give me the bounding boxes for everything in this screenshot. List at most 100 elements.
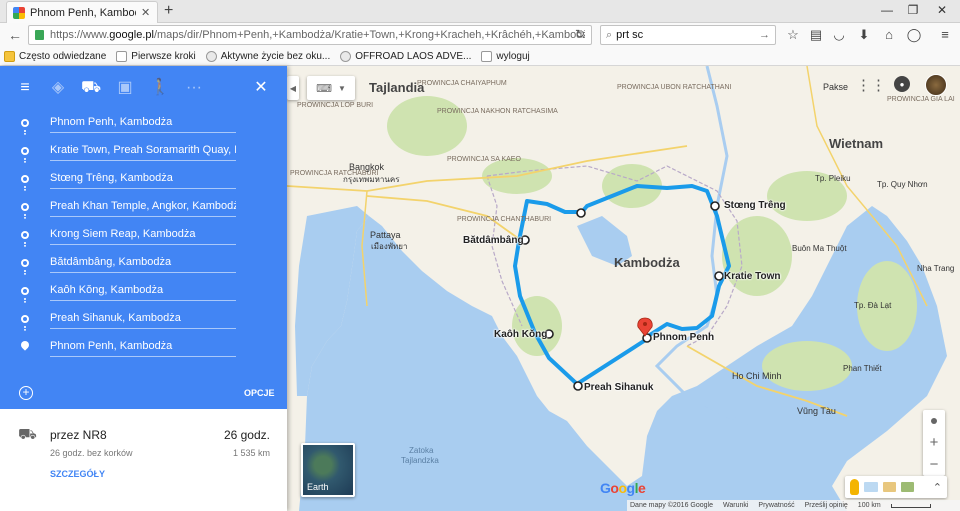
waypoint-input[interactable]: Phnom Penh, Kambodża <box>50 339 236 357</box>
clipboard-icon[interactable]: ▤ <box>808 27 824 43</box>
city-label: กรุงเทพมหานคร <box>343 175 400 184</box>
scale-label: 100 km <box>857 502 881 509</box>
waypoint-input[interactable]: Preah Sihanuk, Kambodża <box>50 311 236 329</box>
waypoint-input[interactable]: Phnom Penh, Kambodża <box>50 115 236 133</box>
minimize-icon[interactable]: — <box>880 3 894 17</box>
hamburger-menu-icon[interactable]: ≡ <box>15 78 35 98</box>
search-icon: ⌕ <box>606 28 613 41</box>
zoom-in-button[interactable]: + <box>930 432 939 454</box>
more-modes-icon[interactable]: ··· <box>184 78 204 98</box>
waypoint-marker[interactable] <box>576 208 586 218</box>
bookmark-item[interactable]: wyloguj <box>481 50 530 62</box>
destination-pin-icon <box>21 341 29 352</box>
waypoint-row[interactable]: Phnom Penh, Kambodża <box>0 332 287 360</box>
waypoint-input[interactable]: Kaôh Kŏng, Kambodża <box>50 283 236 301</box>
bookmark-item[interactable]: Aktywne życie bez oku... <box>205 50 330 62</box>
waypoint-dot-icon <box>21 147 29 155</box>
pegman-icon[interactable] <box>850 479 860 495</box>
my-location-icon[interactable] <box>931 418 937 424</box>
waypoint-row[interactable]: Krong Siem Reap, Kambodża <box>0 220 287 248</box>
transit-mode-icon[interactable]: ▣ <box>115 78 135 98</box>
chevron-left-icon: ◀ <box>289 83 297 93</box>
waypoint-label: Kaôh Kŏng <box>494 329 548 340</box>
waypoint-list: Phnom Penh, Kambodża Kratie Town, Preah … <box>0 108 287 360</box>
close-tab-icon[interactable]: ✕ <box>141 6 151 19</box>
zoom-out-button[interactable]: − <box>930 454 939 476</box>
close-directions-icon[interactable]: ✕ <box>251 78 271 98</box>
scale-bar <box>890 503 931 508</box>
chat-icon[interactable]: ◯ <box>906 27 922 43</box>
waypoint-row[interactable]: Preah Khan Temple, Angkor, Kambodża <box>0 192 287 220</box>
search-box[interactable]: ⌕ prt sc → <box>600 25 776 45</box>
route-via: przez NR8 <box>50 428 107 442</box>
sea-label: Tajlandzka <box>401 456 439 465</box>
waypoint-input[interactable]: Krong Siem Reap, Kambodża <box>50 227 236 245</box>
earth-label: Earth <box>307 482 329 492</box>
bookmark-item[interactable]: Często odwiedzane <box>4 50 106 62</box>
country-label: Kambodża <box>614 255 680 270</box>
avatar[interactable] <box>925 74 947 96</box>
route-details-link[interactable]: SZCZEGÓŁY <box>50 469 105 479</box>
notifications-icon[interactable]: ● <box>894 76 910 92</box>
new-tab-icon[interactable]: + <box>164 2 173 20</box>
waypoint-marker[interactable] <box>573 381 583 391</box>
waypoint-dot-icon <box>21 315 29 323</box>
imagery-thumb[interactable] <box>864 482 878 492</box>
earth-view-toggle[interactable]: Earth <box>301 443 355 497</box>
waypoint-row[interactable]: Stœng Trêng, Kambodża <box>0 164 287 192</box>
go-arrow-icon[interactable]: → <box>759 29 770 41</box>
waypoint-row[interactable]: Phnom Penh, Kambodża <box>0 108 287 136</box>
apps-grid-icon[interactable]: ⋮⋮ <box>856 76 886 94</box>
menu-icon[interactable]: ≡ <box>937 27 953 43</box>
collapse-panel-button[interactable]: ◀ <box>287 76 299 100</box>
url-bar[interactable]: https://www.google.pl/maps/dir/Phnom+Pen… <box>28 25 592 45</box>
waypoint-marker[interactable] <box>710 201 720 211</box>
back-arrow-icon[interactable]: ← <box>8 26 22 44</box>
best-route-icon[interactable]: ◈ <box>48 78 68 98</box>
pocket-icon[interactable]: ◡ <box>831 27 847 43</box>
bookmark-item[interactable]: OFFROAD LAOS ADVE... <box>340 50 471 62</box>
city-label: Vũng Tàu <box>797 406 836 416</box>
reload-icon[interactable]: ↻ <box>575 27 585 41</box>
waypoint-input[interactable]: Kratie Town, Preah Soramarith Quay, Kr <box>50 143 236 161</box>
terms-link[interactable]: Warunki <box>723 502 748 509</box>
waypoint-row[interactable]: Preah Sihanuk, Kambodża <box>0 304 287 332</box>
feedback-link[interactable]: Prześlij opinię <box>805 502 848 509</box>
star-icon[interactable]: ☆ <box>785 27 801 43</box>
imagery-thumb[interactable] <box>882 482 896 492</box>
search-input[interactable]: prt sc <box>616 29 755 41</box>
waypoint-row[interactable]: Kaôh Kŏng, Kambodża <box>0 276 287 304</box>
google-maps-favicon-icon <box>13 6 25 19</box>
waypoint-input[interactable]: Preah Khan Temple, Angkor, Kambodża <box>50 199 236 217</box>
bookmark-item[interactable]: Pierwsze kroki <box>116 50 196 62</box>
imagery-thumb[interactable] <box>900 482 914 492</box>
car-mode-icon[interactable]: ⛟ <box>81 78 101 98</box>
keyboard-toggle-button[interactable]: ⌨ ▼ <box>307 76 355 100</box>
restore-icon[interactable]: ❐ <box>906 3 920 17</box>
waypoint-dot-icon <box>21 231 29 239</box>
map-base <box>287 66 960 511</box>
window-close-icon[interactable]: ✕ <box>935 3 949 17</box>
map-canvas[interactable]: Tajlandia Kambodża Wietnam PROWINCJA CHA… <box>287 66 960 511</box>
download-icon[interactable]: ⬇ <box>856 27 872 43</box>
add-destination-icon[interactable]: + <box>19 386 33 400</box>
keyboard-icon: ⌨ <box>316 82 332 95</box>
province-label: PROWINCJA SA KAEO <box>447 156 521 163</box>
waypoint-row[interactable]: Bătdâmbâng, Kambodża <box>0 248 287 276</box>
waypoint-input[interactable]: Stœng Trêng, Kambodża <box>50 171 236 189</box>
route-option-card[interactable]: ⛟ przez NR8 26 godz. 26 godz. bez korków… <box>0 409 287 511</box>
browser-tab[interactable]: Phnom Penh, Kambodża ... ✕ <box>6 1 158 23</box>
waypoint-marker[interactable] <box>714 271 724 281</box>
directions-header: ≡ ◈ ⛟ ▣ 🚶 ··· ✕ Phnom Penh, Kambodża Kra… <box>0 66 287 409</box>
home-icon[interactable]: ⌂ <box>881 27 897 43</box>
waypoint-row[interactable]: Kratie Town, Preah Soramarith Quay, Kr <box>0 136 287 164</box>
waypoint-label: Preah Sihanuk <box>584 382 654 393</box>
expand-icon[interactable]: ⌃ <box>933 481 942 494</box>
url-text[interactable]: https://www.google.pl/maps/dir/Phnom+Pen… <box>50 29 585 41</box>
options-button[interactable]: OPCJE <box>244 388 275 398</box>
privacy-link[interactable]: Prywatność <box>758 502 794 509</box>
city-label: Tp. Đà Lạt <box>854 301 892 310</box>
waypoint-input[interactable]: Bătdâmbâng, Kambodża <box>50 255 236 273</box>
city-label: Pakse <box>823 82 849 92</box>
walking-mode-icon[interactable]: 🚶 <box>150 78 170 98</box>
